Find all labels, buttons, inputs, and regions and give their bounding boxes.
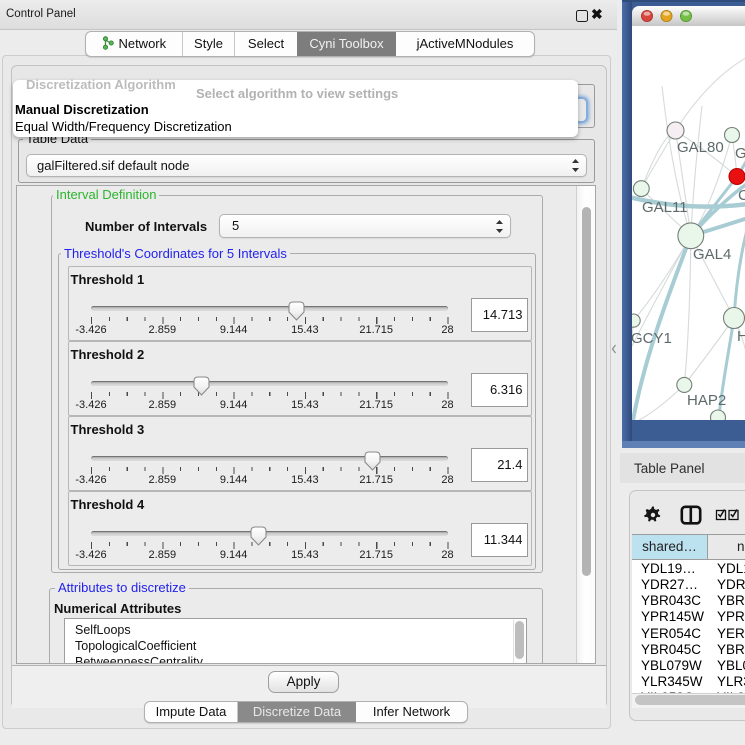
svg-text:GCY1: GCY1	[632, 330, 672, 347]
svg-text:GAL4: GAL4	[693, 246, 731, 263]
svg-text:GAL80: GAL80	[677, 139, 724, 156]
svg-text:GAL11: GAL11	[642, 199, 688, 216]
svg-text:HI: HI	[737, 328, 745, 345]
svg-text:GA: GA	[735, 145, 745, 162]
svg-text:HAP2: HAP2	[687, 392, 726, 409]
svg-text:CY: CY	[738, 187, 745, 204]
